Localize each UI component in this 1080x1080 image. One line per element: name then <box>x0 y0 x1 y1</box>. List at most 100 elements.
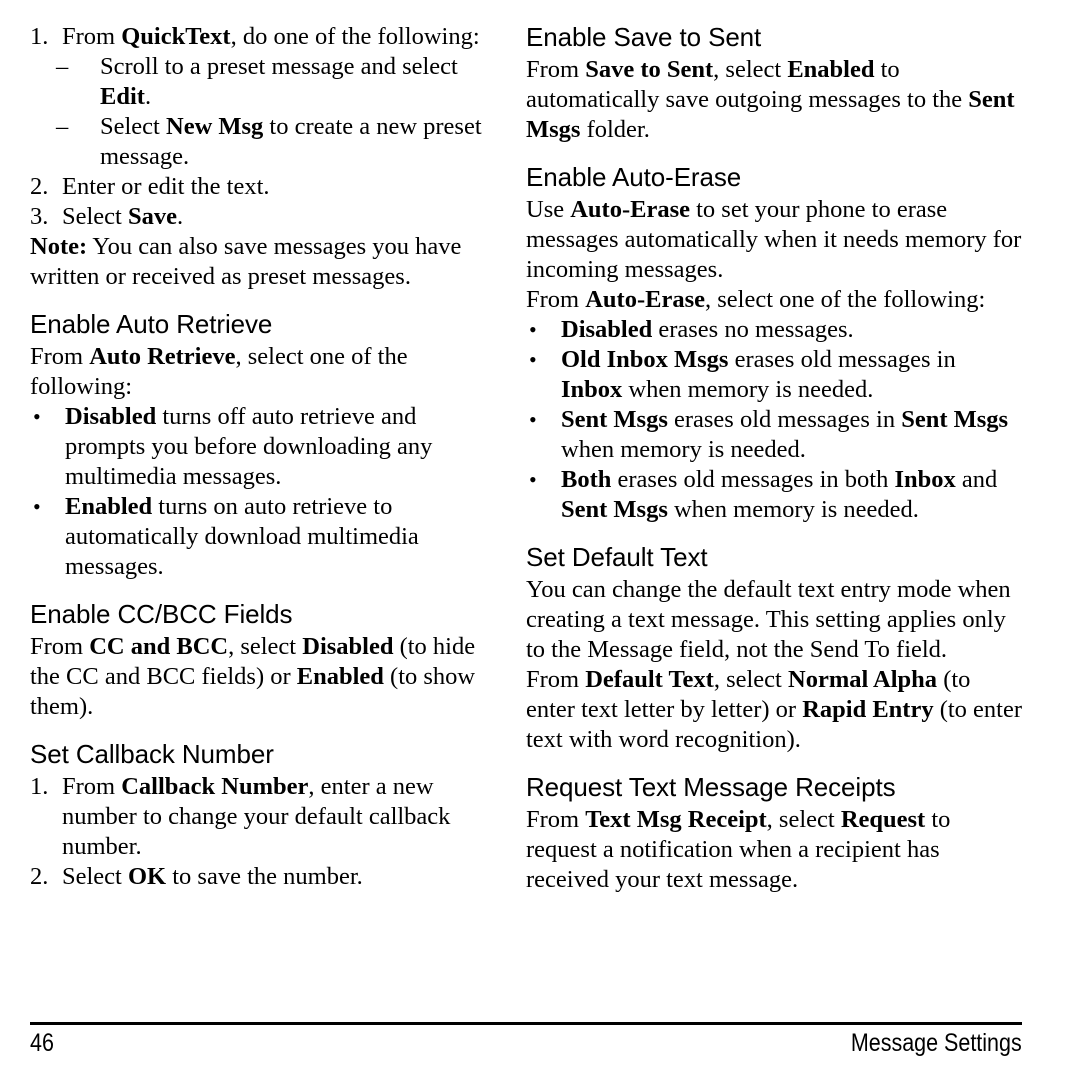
page-footer: 46 Message Settings <box>30 1022 1022 1058</box>
bold-text-run: Both <box>561 466 612 493</box>
bullet-list-item: • Old Inbox Msgs erases old messages in I… <box>526 345 1022 405</box>
text-run: , do one of the following: <box>230 23 480 50</box>
bold-text-run: New Msg <box>166 113 264 140</box>
text-run: Enable Save to Sent <box>526 22 762 52</box>
bold-text-run: Default Text <box>585 666 714 693</box>
body-paragraph: From Default Text, select Normal Alpha (… <box>526 665 1022 755</box>
bold-text-run: Rapid Entry <box>802 696 934 723</box>
body-paragraph: Note: You can also save messages you hav… <box>30 232 501 292</box>
bold-text-run: Save to Sent <box>585 56 714 83</box>
list-marker: 3. <box>30 203 49 230</box>
bold-text-run: Inbox <box>561 376 623 403</box>
numbered-list-item: 1. From Callback Number, enter a new numb… <box>30 772 501 862</box>
bold-text-run: CC and BCC <box>89 633 229 660</box>
body-paragraph: From Save to Sent, select Enabled to aut… <box>526 55 1022 145</box>
numbered-list-item: 3. Select Save. <box>30 202 501 232</box>
text-run: From <box>526 286 586 313</box>
bold-text-run: Old Inbox Msgs <box>561 346 729 373</box>
text-run: From <box>30 633 90 660</box>
text-run: From <box>526 806 586 833</box>
bold-text-run: OK <box>128 863 167 890</box>
text-run: folder. <box>580 116 650 143</box>
bold-text-run: Enabled <box>787 56 875 83</box>
text-run: You can also save messages you have writ… <box>30 233 462 290</box>
list-item-text: Disabled erases no messages. <box>561 316 854 343</box>
section-heading: Enable Auto Retrieve <box>30 292 501 342</box>
bold-text-run: Note: <box>30 233 88 260</box>
bullet-list-item: • Both erases old messages in both Inbox … <box>526 465 1022 525</box>
text-run: . <box>177 203 184 230</box>
bullet-list-item: • Sent Msgs erases old messages in Sent M… <box>526 405 1022 465</box>
list-marker: – <box>56 113 69 140</box>
list-marker: • <box>33 404 41 429</box>
list-item-text: From Callback Number, enter a new number… <box>62 773 450 860</box>
section-heading: Enable Save to Sent <box>526 22 1022 55</box>
list-marker: 1. <box>30 23 49 50</box>
text-run: Select <box>62 203 128 230</box>
list-item-text: Disabled turns off auto retrieve and pro… <box>65 403 432 490</box>
list-item-text: Enter or edit the text. <box>62 173 270 200</box>
text-run: Use <box>526 196 571 223</box>
text-run: erases old messages in <box>667 406 902 433</box>
section-heading: Set Default Text <box>526 525 1022 575</box>
body-paragraph: From Auto Retrieve, select one of the fo… <box>30 342 501 402</box>
bold-text-run: Sent Msgs <box>561 496 668 523</box>
text-run: Set Default Text <box>526 542 708 572</box>
bullet-list-item: • Enabled turns on auto retrieve to autom… <box>30 492 501 582</box>
bold-text-run: Auto-Erase <box>585 286 705 313</box>
section-heading: Enable Auto-Erase <box>526 145 1022 195</box>
text-run: Set Callback Number <box>30 739 274 769</box>
bold-text-run: Inbox <box>894 466 956 493</box>
bold-text-run: Sent Msgs <box>561 406 668 433</box>
list-item-text: Sent Msgs erases old messages in Sent Ms… <box>561 406 1008 463</box>
list-marker: 2. <box>30 173 49 200</box>
text-run: , select one of the following: <box>704 286 986 313</box>
bold-text-run: Enabled <box>296 663 384 690</box>
page-columns: 1. From QuickText, do one of the followin… <box>0 22 1080 982</box>
text-run: , select <box>766 806 841 833</box>
list-item-text: Both erases old messages in both Inbox a… <box>561 466 997 523</box>
list-item-text: Select Save. <box>62 203 183 230</box>
footer-section-title: Message Settings <box>851 1029 1022 1057</box>
dash-list-item: – Select New Msg to create a new preset m… <box>30 112 501 172</box>
document-page: 1. From QuickText, do one of the followin… <box>0 0 1080 1080</box>
bold-text-run: Disabled <box>65 403 157 430</box>
text-run: From <box>30 343 90 370</box>
list-marker: 2. <box>30 863 49 890</box>
section-heading: Enable CC/BCC Fields <box>30 582 501 632</box>
text-run: to save the number. <box>166 863 363 890</box>
text-run: and <box>955 466 998 493</box>
right-column: Enable Save to Sent From Save to Sent, se… <box>513 22 1080 895</box>
text-run: Select <box>100 113 166 140</box>
bold-text-run: Enabled <box>65 493 153 520</box>
text-run: From <box>62 23 122 50</box>
bold-text-run: Edit <box>100 83 145 110</box>
text-run: You can change the default text entry mo… <box>526 576 1011 663</box>
body-paragraph: From Text Msg Receipt, select Request to… <box>526 805 1022 895</box>
text-run: Scroll to a preset message and select <box>100 53 458 80</box>
dash-list-item: – Scroll to a preset message and select E… <box>30 52 501 112</box>
section-heading: Set Callback Number <box>30 722 501 772</box>
text-run: Enter or edit the text. <box>62 173 270 200</box>
text-run: From <box>62 773 122 800</box>
footer-row: 46 Message Settings <box>30 1028 1022 1058</box>
list-marker: • <box>529 407 537 432</box>
bold-text-run: QuickText <box>121 23 231 50</box>
numbered-list-item: 2. Enter or edit the text. <box>30 172 501 202</box>
list-marker: – <box>56 53 69 80</box>
numbered-list-item: 1. From QuickText, do one of the followin… <box>30 22 501 52</box>
list-item-text: Select OK to save the number. <box>62 863 363 890</box>
page-number: 46 <box>30 1029 54 1057</box>
bold-text-run: Callback Number <box>121 773 309 800</box>
text-run: , select <box>228 633 303 660</box>
bold-text-run: Save <box>128 203 177 230</box>
text-run: when memory is needed. <box>667 496 919 523</box>
text-run: when memory is needed. <box>622 376 874 403</box>
bold-text-run: Disabled <box>561 316 653 343</box>
text-run: Enable Auto Retrieve <box>30 309 273 339</box>
bullet-list-item: • Disabled erases no messages. <box>526 315 1022 345</box>
text-run: Request Text Message Receipts <box>526 772 896 802</box>
text-run: erases old messages in both <box>611 466 895 493</box>
list-item-text: Old Inbox Msgs erases old messages in In… <box>561 346 956 403</box>
body-paragraph: From CC and BCC, select Disabled (to hid… <box>30 632 501 722</box>
